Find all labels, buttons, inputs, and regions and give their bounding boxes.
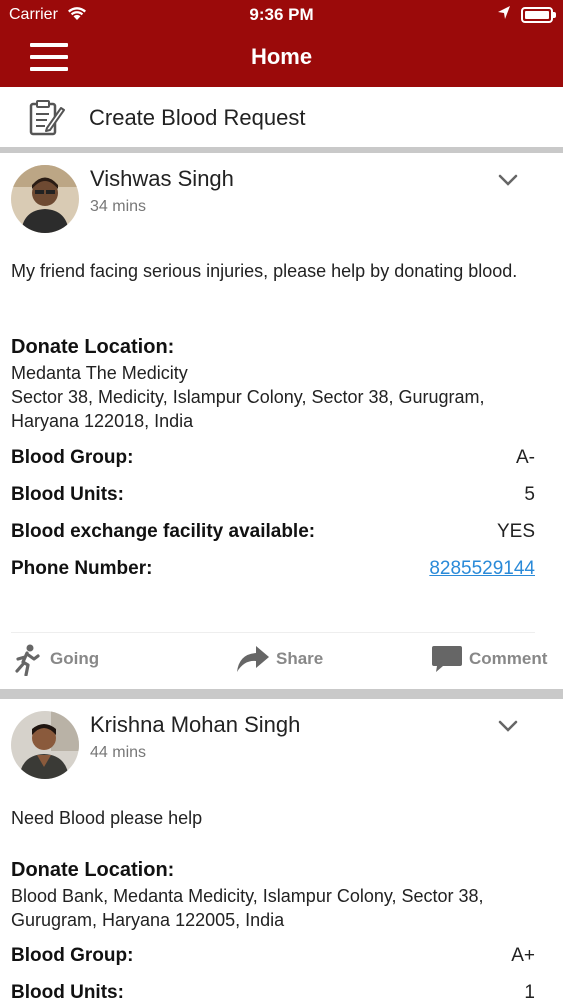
battery-icon: [521, 7, 556, 23]
chevron-down-icon[interactable]: [497, 173, 519, 187]
blood-exchange-value: YES: [496, 521, 535, 542]
phone-label: Phone Number:: [11, 558, 153, 579]
blood-units-value: 5: [524, 484, 535, 505]
donate-location-value: Blood Bank, Medanta Medicity, Islampur C…: [11, 886, 484, 930]
comment-icon: [432, 646, 462, 672]
post-card: Vishwas Singh 34 mins My friend facing s…: [0, 153, 563, 689]
divider: [0, 689, 563, 699]
post-card: Krishna Mohan Singh 44 mins Need Blood p…: [0, 699, 563, 1000]
share-label: Share: [276, 649, 324, 668]
blood-group-row: Blood Group: A-: [11, 447, 535, 473]
donate-location-value: Medanta The Medicity Sector 38, Medicity…: [11, 363, 485, 431]
location-arrow-icon: [498, 6, 510, 19]
separator: [11, 632, 535, 633]
comment-label: Comment: [469, 649, 548, 668]
blood-group-value: A+: [511, 945, 535, 966]
avatar[interactable]: [11, 711, 79, 779]
donate-location-label: Donate Location:: [11, 336, 175, 358]
post-time: 44 mins: [90, 744, 147, 761]
blood-units-label: Blood Units:: [11, 484, 124, 505]
post-message: Need Blood please help: [11, 808, 203, 828]
running-person-icon: [15, 644, 40, 676]
blood-units-row: Blood Units: 1: [11, 982, 535, 1000]
phone-link[interactable]: 8285529144: [429, 558, 535, 580]
blood-group-label: Blood Group:: [11, 945, 134, 966]
post-message: My friend facing serious injuries, pleas…: [11, 261, 518, 281]
blood-units-row: Blood Units: 5: [11, 484, 535, 510]
edit-document-icon: [29, 100, 65, 136]
post-author-name[interactable]: Vishwas Singh: [90, 166, 234, 192]
post-author-name[interactable]: Krishna Mohan Singh: [90, 712, 300, 738]
blood-group-value: A-: [516, 447, 535, 468]
post-actions: Going Share Comment: [0, 640, 563, 690]
blood-group-label: Blood Group:: [11, 447, 134, 468]
going-button[interactable]: Going: [14, 640, 104, 680]
blood-exchange-label: Blood exchange facility available:: [11, 521, 316, 542]
chevron-down-icon[interactable]: [497, 719, 519, 733]
avatar[interactable]: [11, 165, 79, 233]
page-title: Home: [250, 44, 313, 69]
status-bar: Carrier 9:36 PM: [0, 0, 563, 30]
comment-button[interactable]: Comment: [431, 640, 556, 680]
share-button[interactable]: Share: [236, 640, 331, 680]
status-time: 9:36 PM: [249, 5, 314, 24]
donate-location-label: Donate Location:: [11, 859, 175, 881]
share-arrow-icon: [237, 646, 269, 672]
blood-exchange-row: Blood exchange facility available: YES: [11, 521, 535, 547]
blood-units-label: Blood Units:: [11, 982, 124, 1000]
create-blood-request-button[interactable]: Create Blood Request: [0, 87, 563, 147]
phone-row: Phone Number: 8285529144: [11, 558, 535, 584]
blood-group-row: Blood Group: A+: [11, 945, 535, 971]
post-time: 34 mins: [90, 198, 147, 215]
create-blood-request-label: Create Blood Request: [89, 105, 306, 130]
nav-bar: Home: [0, 30, 563, 87]
going-label: Going: [50, 649, 100, 668]
blood-units-value: 1: [524, 982, 535, 1000]
